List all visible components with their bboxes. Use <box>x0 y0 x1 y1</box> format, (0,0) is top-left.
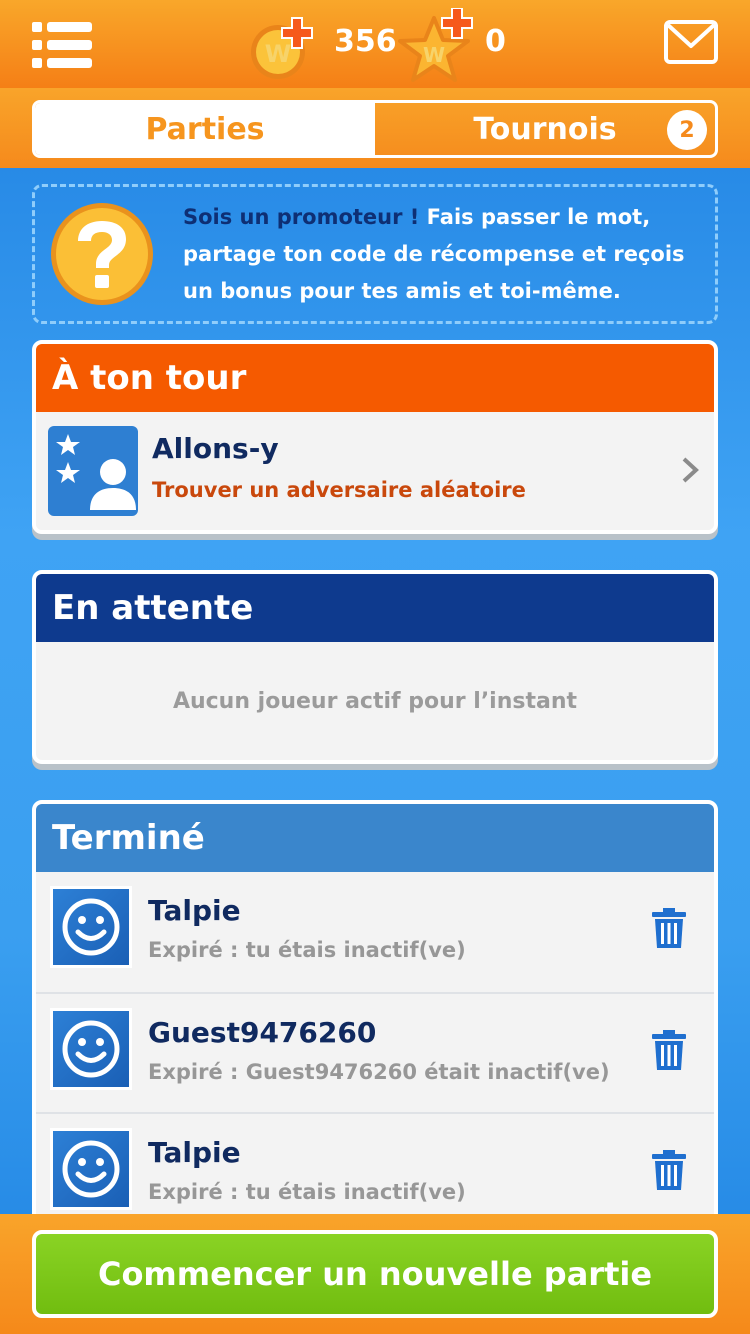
tab-tournois-label: Tournois <box>473 111 617 147</box>
tabs: Parties Tournois 2 <box>32 100 718 158</box>
random-opponent-row[interactable]: Allons-y Trouver un adversaire aléatoire <box>36 412 714 530</box>
row-title: Allons-y <box>152 432 279 465</box>
mail-icon[interactable] <box>664 20 718 64</box>
section-title-finished: Terminé <box>36 804 714 872</box>
avatar <box>50 886 132 968</box>
finished-section: Terminé Talpie Expiré : tu étais inactif… <box>32 800 718 1240</box>
finished-game-row[interactable]: Talpie Expiré : tu étais inactif(ve) <box>36 872 714 992</box>
game-status: Expiré : Guest9476260 était inactif(ve) <box>148 1060 610 1084</box>
your-turn-section: À ton tour Allons-y Trouver un adversair… <box>32 340 718 534</box>
bottom-bar: Commencer un nouvelle partie <box>0 1214 750 1334</box>
empty-state-text: Aucun joueur actif pour l’instant <box>172 688 578 714</box>
trash-icon[interactable] <box>652 1030 686 1072</box>
avatar <box>50 1128 132 1210</box>
finished-game-row[interactable]: Guest9476260 Expiré : Guest9476260 était… <box>36 992 714 1112</box>
tab-tournois[interactable]: Tournois 2 <box>375 103 715 155</box>
waiting-section: En attente Aucun joueur actif pour l’ins… <box>32 570 718 764</box>
coin-count: 356 <box>334 24 397 59</box>
new-game-button[interactable]: Commencer un nouvelle partie <box>32 1230 718 1318</box>
tab-parties[interactable]: Parties <box>35 103 375 155</box>
section-title-waiting: En attente <box>36 574 714 642</box>
svg-text:W: W <box>265 40 291 68</box>
star-count: 0 <box>485 24 506 59</box>
promoter-banner[interactable]: Sois un promoteur ! Fais passer le mot, … <box>32 184 718 324</box>
tournament-count-badge: 2 <box>667 110 707 150</box>
section-title-your-turn: À ton tour <box>36 344 714 412</box>
smiley-avatar-icon <box>62 898 120 956</box>
chevron-right-icon <box>682 457 699 483</box>
game-status: Expiré : tu étais inactif(ve) <box>148 938 466 962</box>
tab-parties-label: Parties <box>145 111 265 147</box>
player-name: Talpie <box>148 894 241 927</box>
player-name: Talpie <box>148 1136 241 1169</box>
promo-highlight: Sois un promoteur ! <box>183 205 420 229</box>
tab-bar: Parties Tournois 2 <box>0 88 750 168</box>
smiley-avatar-icon <box>62 1140 120 1198</box>
row-subtitle: Trouver un adversaire aléatoire <box>152 478 526 502</box>
star-icon[interactable]: W <box>398 8 474 82</box>
trash-icon[interactable] <box>652 908 686 950</box>
svg-text:W: W <box>423 43 445 67</box>
top-bar: W 356 W 0 <box>0 0 750 88</box>
avatar <box>50 1008 132 1090</box>
coin-icon[interactable]: W <box>248 16 314 80</box>
player-name: Guest9476260 <box>148 1016 377 1049</box>
smiley-avatar-icon <box>62 1020 120 1078</box>
random-opponent-icon <box>48 426 138 516</box>
menu-icon[interactable] <box>32 22 92 68</box>
trash-icon[interactable] <box>652 1150 686 1192</box>
question-icon <box>51 203 153 305</box>
promo-text: Sois un promoteur ! Fais passer le mot, … <box>183 199 713 310</box>
game-status: Expiré : tu étais inactif(ve) <box>148 1180 466 1204</box>
